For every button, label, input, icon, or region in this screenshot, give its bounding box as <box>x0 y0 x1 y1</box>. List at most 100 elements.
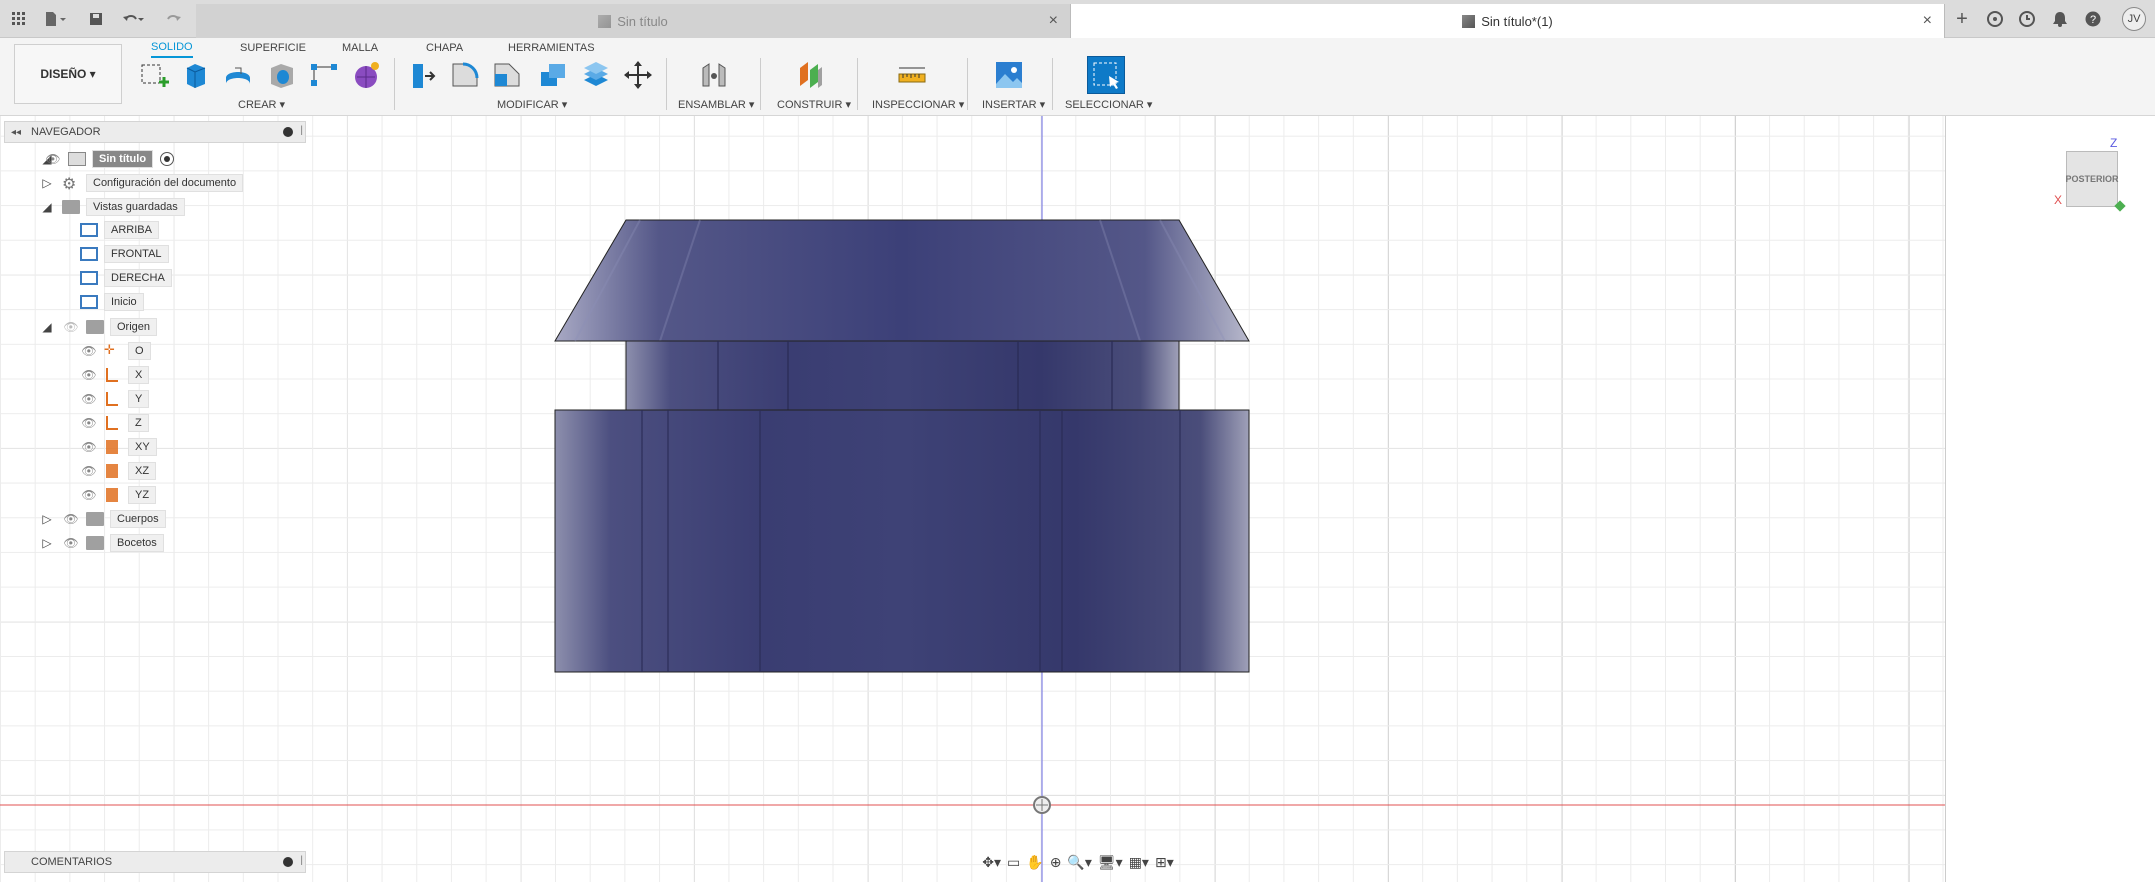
group-insertar[interactable]: INSERTAR ▾ <box>982 98 1045 111</box>
redo-icon[interactable] <box>158 7 188 31</box>
browser-item-origin-o[interactable]: O <box>128 340 151 362</box>
browser-item-sketches[interactable]: Bocetos <box>110 532 164 554</box>
create-sketch-icon[interactable] <box>138 58 170 92</box>
grid-settings-icon[interactable]: ▦▾ <box>1129 854 1149 871</box>
close-icon[interactable]: × <box>1049 12 1058 30</box>
select-icon[interactable] <box>1087 56 1125 94</box>
orbit-icon[interactable]: ✥▾ <box>982 854 1001 871</box>
panel-options-icon[interactable] <box>283 857 293 867</box>
activate-radio-icon[interactable] <box>160 152 174 166</box>
measure-icon[interactable] <box>896 58 928 92</box>
press-pull-icon[interactable] <box>406 58 438 92</box>
visibility-eye-icon[interactable]: 👁 <box>80 488 98 502</box>
chamfer-icon[interactable] <box>490 58 522 92</box>
undo-icon[interactable] <box>118 7 148 31</box>
expand-toggle-icon[interactable]: ▷ <box>40 176 54 190</box>
group-seleccionar[interactable]: SELECCIONAR ▾ <box>1065 98 1152 111</box>
browser-item-view-frontal[interactable]: FRONTAL <box>104 243 169 265</box>
workspace-switcher[interactable]: DISEÑO ▾ <box>14 44 122 104</box>
look-at-icon[interactable]: ▭ <box>1007 854 1020 871</box>
tab-malla[interactable]: MALLA <box>342 38 378 58</box>
expand-toggle-icon[interactable]: ◢ <box>40 200 54 214</box>
viewport-canvas[interactable] <box>0 116 2155 882</box>
new-tab-icon[interactable]: + <box>1951 7 1973 31</box>
extrude-icon[interactable] <box>180 58 212 92</box>
save-icon[interactable] <box>86 7 106 31</box>
expand-toggle-icon[interactable]: ▷ <box>40 536 54 550</box>
tab-superficie[interactable]: SUPERFICIE <box>240 38 306 58</box>
tab-solido[interactable]: SOLIDO <box>151 38 193 58</box>
body-base <box>554 409 1250 673</box>
group-ensamblar[interactable]: ENSAMBLAR ▾ <box>678 98 754 111</box>
visibility-eye-icon[interactable]: 👁 <box>62 536 80 550</box>
group-construir[interactable]: CONSTRUIR ▾ <box>777 98 851 111</box>
create-form-icon[interactable] <box>350 58 382 92</box>
extensions-icon[interactable] <box>1984 7 2006 31</box>
apps-grid-icon[interactable] <box>8 7 30 31</box>
tab-document-1[interactable]: Sin título × <box>196 4 1070 38</box>
job-status-icon[interactable] <box>2016 7 2038 31</box>
insert-image-icon[interactable] <box>993 58 1025 92</box>
help-icon[interactable]: ? <box>2082 7 2104 31</box>
visibility-eye-icon[interactable]: 👁 <box>80 440 98 454</box>
offset-plane-icon[interactable] <box>795 58 827 92</box>
pan-icon[interactable]: ✋ <box>1026 854 1043 871</box>
visibility-eye-icon[interactable]: 👁 <box>44 152 62 166</box>
display-settings-icon[interactable]: 🖥▾ <box>1098 854 1123 871</box>
hole-icon[interactable] <box>266 58 298 92</box>
visibility-eye-icon[interactable]: 👁 <box>80 368 98 382</box>
document-icon <box>1462 14 1476 28</box>
viewcube[interactable]: POSTERIOR <box>2066 151 2119 207</box>
file-menu-icon[interactable] <box>40 7 70 31</box>
origin-point-icon: ✛ <box>104 342 115 357</box>
collapse-panel-icon[interactable]: ◂◂ <box>11 127 21 138</box>
browser-item-origin-y[interactable]: Y <box>128 388 150 410</box>
browser-item-origin-x[interactable]: X <box>128 364 150 386</box>
joint-icon[interactable] <box>698 58 730 92</box>
browser-item-origin-z[interactable]: Z <box>128 412 149 434</box>
close-icon[interactable]: × <box>1923 12 1932 30</box>
tab-herramientas[interactable]: HERRAMIENTAS <box>508 38 595 58</box>
visibility-hidden-icon[interactable]: 👁 <box>62 320 80 334</box>
browser-item-origin-yz[interactable]: YZ <box>128 484 157 506</box>
viewport-right-area <box>1945 116 2155 882</box>
browser-item-view-derecha[interactable]: DERECHA <box>104 267 172 289</box>
group-modificar[interactable]: MODIFICAR ▾ <box>497 98 567 111</box>
shell-icon[interactable] <box>536 58 568 92</box>
browser-item-view-arriba[interactable]: ARRIBA <box>104 219 159 241</box>
visibility-eye-icon[interactable]: 👁 <box>80 392 98 406</box>
pattern-icon[interactable] <box>308 58 340 92</box>
browser-title: NAVEGADOR <box>31 126 101 138</box>
browser-item-saved-views[interactable]: Vistas guardadas <box>86 196 185 218</box>
combine-icon[interactable] <box>580 58 612 92</box>
move-icon[interactable] <box>622 58 654 92</box>
visibility-eye-icon[interactable]: 👁 <box>80 416 98 430</box>
browser-item-view-inicio[interactable]: Inicio <box>104 291 144 313</box>
browser-item-origin-xz[interactable]: XZ <box>128 460 157 482</box>
visibility-eye-icon[interactable]: 👁 <box>80 344 98 358</box>
visibility-eye-icon[interactable]: 👁 <box>80 464 98 478</box>
browser-root[interactable]: Sin título <box>92 148 154 170</box>
expand-toggle-icon[interactable]: ▷ <box>40 512 54 526</box>
panel-resize-handle[interactable]: | <box>300 125 303 136</box>
browser-item-origin-xy[interactable]: XY <box>128 436 157 458</box>
fillet-icon[interactable] <box>448 58 480 92</box>
group-inspeccionar[interactable]: INSPECCIONAR ▾ <box>872 98 964 111</box>
tab-chapa[interactable]: CHAPA <box>426 38 463 58</box>
user-avatar[interactable]: JV <box>2122 7 2146 31</box>
tab-document-2[interactable]: Sin título*(1) × <box>1070 4 1945 38</box>
revolve-icon[interactable] <box>222 58 254 92</box>
panel-resize-handle[interactable]: | <box>300 855 303 866</box>
group-crear[interactable]: CREAR ▾ <box>238 98 285 111</box>
visibility-eye-icon[interactable]: 👁 <box>62 512 80 526</box>
browser-item-document-settings[interactable]: Configuración del documento <box>86 172 244 194</box>
comments-panel-header[interactable]: COMENTARIOS | <box>4 851 306 873</box>
zoom-icon[interactable]: ⊕ <box>1050 854 1062 871</box>
browser-item-origin[interactable]: Origen <box>110 316 158 338</box>
fit-icon[interactable]: 🔍▾ <box>1067 854 1091 871</box>
browser-item-bodies[interactable]: Cuerpos <box>110 508 166 530</box>
expand-toggle-icon[interactable]: ◢ <box>40 320 54 334</box>
panel-options-icon[interactable] <box>283 127 293 137</box>
notifications-icon[interactable] <box>2049 7 2071 31</box>
viewports-icon[interactable]: ⊞▾ <box>1155 854 1174 871</box>
